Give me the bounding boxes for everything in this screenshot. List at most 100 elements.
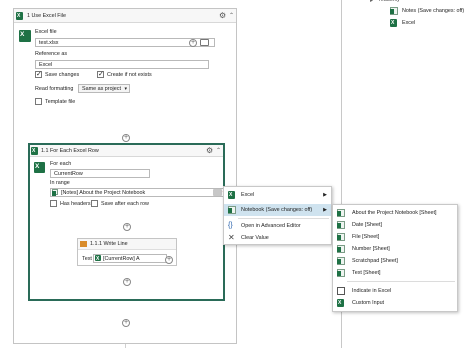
save-after-checkbox[interactable] — [91, 200, 98, 207]
chevron-right-icon: ▶ — [323, 192, 327, 198]
submenu-item-sheet[interactable]: Scratchpad [Sheet] — [333, 255, 457, 267]
excel-sheet-icon — [52, 189, 58, 196]
excel-icon — [390, 19, 397, 27]
folder-icon[interactable] — [200, 39, 209, 46]
excel-sheet-icon — [337, 221, 345, 229]
tree-item-label: Notes (Save changes: off) — [402, 8, 465, 14]
excel-icon — [95, 255, 101, 262]
menu-item-label: Date [Sheet] — [352, 222, 382, 228]
submenu-item-sheet[interactable]: File [Sheet] — [333, 231, 457, 243]
tree-item-excel[interactable]: Excel — [388, 18, 474, 28]
menu-item-label: Indicate in Excel — [352, 288, 392, 294]
submenu-item-indicate[interactable]: Indicate in Excel — [333, 285, 457, 297]
context-menu: Excel ▶ Notebook (Save changes: off) ▶ {… — [223, 186, 332, 245]
gear-icon[interactable]: ⚙ — [206, 146, 213, 155]
menu-item-label: Custom Input — [352, 300, 385, 306]
excel-file-field[interactable]: test.xlsx — [35, 38, 215, 47]
tree-panel: ▸ readonly Notes (Save changes: off) Exc… — [342, 0, 474, 40]
has-headers-label: Has headers — [60, 201, 91, 207]
sheet-submenu: About the Project Notebook [Sheet] Date … — [332, 204, 458, 312]
add-icon[interactable]: + — [165, 256, 173, 264]
has-headers-checkbox[interactable] — [50, 200, 57, 207]
block-title: 1.1.1 Write Line — [90, 241, 128, 247]
tree-item-notes[interactable]: Notes (Save changes: off) — [388, 6, 474, 16]
text-label: Text — [82, 256, 92, 262]
menu-item-label: Scratchpad [Sheet] — [352, 258, 398, 264]
menu-item-label: Text [Sheet] — [352, 270, 381, 276]
for-each-header[interactable]: 1.1 For Each Excel Row ⚙ ⌃ — [30, 145, 223, 157]
write-line-header[interactable]: 1.1.1 Write Line — [78, 239, 176, 250]
template-checkbox[interactable] — [35, 98, 42, 105]
add-step-icon[interactable]: + — [122, 319, 130, 327]
excel-icon — [19, 30, 31, 42]
menu-item-advanced-editor[interactable]: {} Open in Advanced Editor — [224, 220, 331, 232]
tree-expand-icon[interactable]: ▸ — [370, 0, 373, 4]
submenu-item-sheet[interactable]: Text [Sheet] — [333, 267, 457, 279]
use-excel-header[interactable]: 1 Use Excel File ⚙ ⌃ — [14, 9, 236, 23]
excel-file-value: test.xlsx — [39, 40, 59, 46]
read-formatting-select[interactable]: Same as project ▾ — [78, 84, 130, 93]
menu-item-label: Excel — [241, 192, 255, 198]
for-each-label: For each — [50, 161, 72, 167]
notebook-icon — [228, 206, 236, 214]
menu-separator — [347, 281, 455, 282]
excel-sheet-icon — [390, 7, 398, 15]
submenu-item-sheet[interactable]: Date [Sheet] — [333, 219, 457, 231]
for-each-block[interactable]: 1.1 For Each Excel Row ⚙ ⌃ For each Curr… — [28, 143, 228, 301]
reference-label: Reference as — [35, 51, 68, 57]
excel-file-label: Excel file — [35, 29, 57, 35]
excel-icon — [228, 191, 235, 199]
menu-item-label: Notebook (Save changes: off) — [241, 207, 313, 213]
submenu-item-sheet[interactable]: Number [Sheet] — [333, 243, 457, 255]
block-title: 1.1 For Each Excel Row — [41, 148, 99, 154]
menu-item-label: Clear Value — [241, 235, 269, 241]
excel-sheet-icon — [337, 245, 345, 253]
tree-parent-label[interactable]: readonly — [379, 0, 400, 3]
submenu-item-custom-input[interactable]: Custom Input — [333, 297, 457, 309]
block-title: 1 Use Excel File — [27, 13, 66, 19]
chevron-down-icon: ▾ — [124, 86, 127, 92]
menu-item-label: Number [Sheet] — [352, 246, 390, 252]
x-icon: ✕ — [228, 233, 235, 242]
for-each-field[interactable]: CurrentRow — [50, 169, 150, 178]
menu-item-excel[interactable]: Excel ▶ — [224, 189, 331, 201]
menu-separator — [238, 218, 329, 219]
add-step-icon[interactable]: + — [122, 134, 130, 142]
menu-item-notebook[interactable]: Notebook (Save changes: off) ▶ — [224, 204, 331, 216]
excel-sheet-icon — [337, 209, 345, 217]
gear-icon[interactable]: ⚙ — [219, 11, 226, 20]
excel-sheet-icon — [337, 257, 345, 265]
excel-icon — [34, 162, 45, 173]
save-changes-checkbox[interactable] — [35, 70, 42, 78]
collapse-icon[interactable]: ⌃ — [216, 147, 221, 154]
add-step-icon[interactable]: + — [123, 223, 131, 231]
write-line-block[interactable]: 1.1.1 Write Line Text [CurrentRow] A + — [77, 238, 177, 266]
excel-sheet-icon — [337, 233, 345, 241]
add-icon[interactable]: + — [189, 39, 197, 47]
in-range-field[interactable]: [Notes] About the Project Notebook — [50, 188, 224, 197]
for-each-value: CurrentRow — [54, 171, 83, 177]
excel-icon — [337, 299, 344, 307]
save-changes-label: Save changes — [45, 72, 80, 78]
in-range-label: In range — [50, 180, 70, 186]
create-label: Create if not exists — [107, 72, 152, 78]
menu-item-label: Open in Advanced Editor — [241, 223, 301, 229]
submenu-item-sheet[interactable]: About the Project Notebook [Sheet] — [333, 207, 457, 219]
text-value: [CurrentRow] A — [103, 256, 140, 262]
write-line-icon — [80, 241, 87, 247]
create-checkbox[interactable] — [97, 70, 104, 78]
read-formatting-value: Same as project — [82, 86, 121, 92]
excel-icon — [31, 147, 38, 155]
chevron-right-icon: ▶ — [323, 207, 327, 213]
read-formatting-label: Read formatting — [35, 86, 74, 92]
text-field[interactable]: [CurrentRow] A — [93, 254, 167, 263]
in-range-value: [Notes] About the Project Notebook — [61, 190, 146, 196]
indicate-icon — [337, 287, 345, 295]
reference-field[interactable]: Excel — [35, 60, 209, 69]
menu-item-clear[interactable]: ✕ Clear Value — [224, 232, 331, 244]
excel-icon — [16, 12, 23, 20]
tree-item-label: Excel — [402, 20, 416, 26]
collapse-icon[interactable]: ⌃ — [229, 12, 234, 19]
add-step-icon[interactable]: + — [123, 278, 131, 286]
save-after-label: Save after each row — [101, 201, 149, 207]
